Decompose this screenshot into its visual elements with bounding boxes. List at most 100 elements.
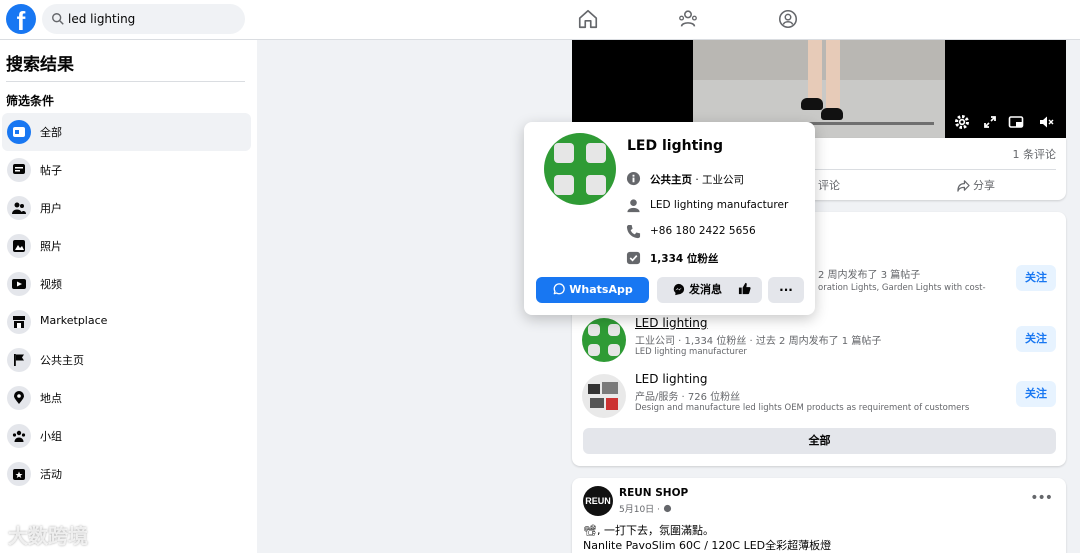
- sidebar-item-label: 照片: [40, 240, 62, 253]
- comment-button[interactable]: 评论: [818, 177, 840, 193]
- photo-icon: [7, 234, 31, 258]
- sidebar-item-photos[interactable]: 照片: [2, 227, 251, 265]
- sidebar-item-pages[interactable]: 公共主页: [2, 341, 251, 379]
- fullscreen-icon[interactable]: [982, 114, 998, 130]
- led-chip: [554, 143, 575, 164]
- phone-icon: [626, 224, 641, 239]
- page-name[interactable]: LED lighting: [635, 316, 707, 330]
- page-description: Design and manufacture led lights OEM pr…: [635, 403, 970, 413]
- see-all-button[interactable]: 全部: [583, 428, 1056, 454]
- video-figure: [826, 40, 840, 110]
- divider: [6, 81, 245, 82]
- message-button[interactable]: 发消息: [657, 277, 737, 303]
- post-card: REUN REUN SHOP 5月10日 · ••• 📽, 一打下去，氛圍滿點。…: [572, 478, 1066, 553]
- led-chip: [607, 343, 620, 356]
- search-icon: [52, 13, 64, 25]
- page-type: 公共主页: [650, 174, 692, 186]
- product-image: [606, 398, 618, 410]
- facebook-logo[interactable]: f: [6, 4, 36, 34]
- avatar[interactable]: REUN: [583, 486, 613, 516]
- post-text-line: 📽, 一打下去，氛圍滿點。: [583, 524, 714, 537]
- video-figure: [808, 40, 822, 102]
- search-box[interactable]: [42, 4, 245, 34]
- page-phone[interactable]: +86 180 2422 5656: [650, 225, 756, 237]
- followers-icon: [626, 251, 641, 265]
- mute-icon[interactable]: [1038, 114, 1054, 130]
- share-label: 分享: [973, 179, 995, 192]
- post-date[interactable]: 5月10日 ·: [619, 502, 672, 515]
- page-description: LED lighting manufacturer: [635, 347, 747, 357]
- whatsapp-label: WhatsApp: [569, 283, 633, 296]
- whatsapp-icon: [553, 282, 566, 294]
- post-date-text: 5月10日 ·: [619, 505, 663, 515]
- sidebar-item-label: 用户: [40, 202, 62, 215]
- sidebar-item-label: 帖子: [40, 164, 62, 177]
- like-button[interactable]: [726, 277, 762, 303]
- info-icon: [626, 171, 641, 186]
- post-author[interactable]: REUN SHOP: [619, 487, 688, 499]
- led-chip: [588, 343, 601, 356]
- page-avatar[interactable]: [582, 374, 626, 418]
- led-chip: [554, 174, 575, 195]
- page-title[interactable]: LED lighting: [627, 138, 723, 154]
- more-options-icon[interactable]: •••: [1030, 490, 1053, 506]
- share-button[interactable]: 分享: [957, 177, 995, 193]
- sidebar-item-people[interactable]: 用户: [2, 189, 251, 227]
- event-icon: [7, 462, 31, 486]
- flag-icon: [7, 348, 31, 372]
- home-icon[interactable]: [577, 8, 599, 30]
- whatsapp-button[interactable]: WhatsApp: [536, 277, 649, 303]
- led-board-image: [544, 133, 616, 205]
- led-chip: [585, 143, 606, 164]
- search-input[interactable]: [68, 9, 238, 29]
- comment-count[interactable]: 1 条评论: [1013, 146, 1057, 162]
- more-button[interactable]: ···: [768, 277, 804, 303]
- sidebar-item-marketplace[interactable]: Marketplace: [2, 303, 251, 341]
- share-icon: [957, 179, 970, 192]
- led-chip: [607, 324, 620, 337]
- settings-icon[interactable]: [954, 114, 970, 130]
- sidebar-item-label: 视频: [40, 278, 62, 291]
- page-name[interactable]: LED lighting: [635, 372, 707, 386]
- top-bar: f: [0, 0, 1080, 40]
- groups-icon: [7, 424, 31, 448]
- video-figure: [821, 108, 843, 120]
- page-meta: 产品/服务 · 726 位粉丝: [635, 392, 741, 403]
- sidebar-item-label: Marketplace: [40, 314, 108, 327]
- sidebar-item-events[interactable]: 活动: [2, 455, 251, 493]
- video-figure: [801, 98, 823, 110]
- led-chip: [585, 174, 606, 195]
- sidebar-item-videos[interactable]: 视频: [2, 265, 251, 303]
- message-label: 发消息: [689, 283, 722, 296]
- post-text-line: Nanlite PavoSlim 60C / 120C LED全彩超薄板燈: [583, 539, 832, 552]
- page-meta: 2 周内发布了 3 篇帖子: [818, 270, 921, 281]
- page-followers: 1,334 位粉丝: [650, 253, 719, 265]
- product-image: [590, 398, 604, 408]
- page-avatar[interactable]: [582, 318, 626, 362]
- list-item[interactable]: LED lighting 工业公司 · 1,334 位粉丝 · 过去 2 周内发…: [582, 316, 1052, 366]
- picture-in-picture-icon[interactable]: [1008, 114, 1024, 130]
- page-avatar[interactable]: [544, 133, 616, 205]
- follow-button[interactable]: 关注: [1016, 265, 1056, 291]
- product-image: [602, 382, 618, 394]
- sidebar-item-label: 小组: [40, 430, 62, 443]
- follow-button[interactable]: 关注: [1016, 326, 1056, 352]
- location-icon: [7, 386, 31, 410]
- feed-icon: [7, 120, 31, 144]
- groups-icon[interactable]: [777, 8, 799, 30]
- thumbs-up-icon: [738, 282, 751, 295]
- friends-icon[interactable]: [677, 8, 699, 30]
- follow-button[interactable]: 关注: [1016, 381, 1056, 407]
- sidebar-item-all[interactable]: 全部: [2, 113, 251, 151]
- sidebar-item-posts[interactable]: 帖子: [2, 151, 251, 189]
- page-meta: 工业公司 · 1,334 位粉丝 · 过去 2 周内发布了 1 篇帖子: [635, 336, 882, 347]
- page-hover-card: LED lighting 公共主页 · 工业公司 LED lighting ma…: [524, 122, 815, 315]
- people-icon: [7, 196, 31, 220]
- sidebar-item-places[interactable]: 地点: [2, 379, 251, 417]
- sidebar-item-groups[interactable]: 小组: [2, 417, 251, 455]
- sidebar-item-label: 全部: [40, 126, 62, 139]
- watermark-logo: 大数跨境: [8, 524, 88, 548]
- page-category: · 工业公司: [692, 174, 745, 186]
- page-description: LED lighting manufacturer: [650, 199, 789, 211]
- list-item[interactable]: LED lighting 产品/服务 · 726 位粉丝 Design and …: [582, 372, 1052, 422]
